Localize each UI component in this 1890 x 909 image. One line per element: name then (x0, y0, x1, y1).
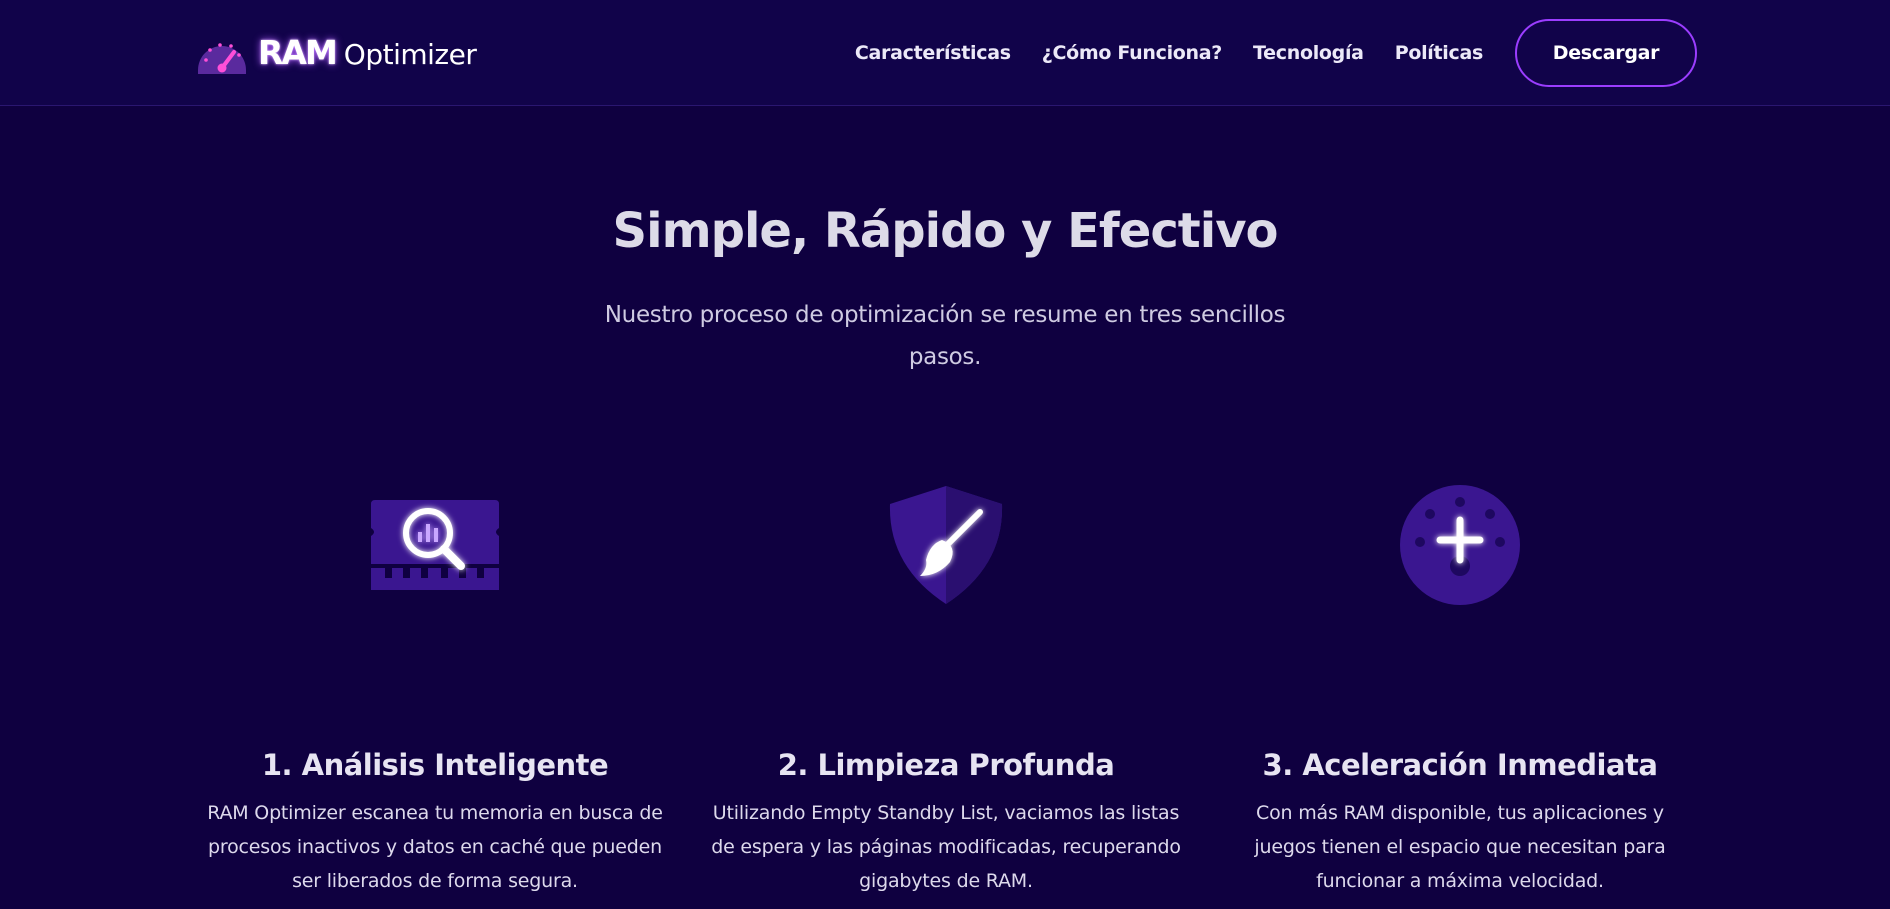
step-body-analysis: RAM Optimizer escanea tu memoria en busc… (207, 802, 663, 892)
nav-caracteristicas[interactable]: Características (855, 42, 1011, 64)
section-subtitle: Nuestro proceso de optimización se resum… (604, 302, 1286, 370)
nav-politicas[interactable]: Políticas (1395, 42, 1484, 64)
step-title-cleaning: 2. Limpieza Profunda (777, 748, 1115, 782)
memory-analysis-icon (371, 500, 499, 590)
step-card-cleaning: 2. Limpieza Profunda Utilizando Empty St… (706, 470, 1186, 898)
brand-logo[interactable]: RAM Optimizer (196, 30, 477, 74)
brand-ram: RAM (258, 32, 338, 72)
step-title-analysis: 1. Análisis Inteligente (261, 748, 609, 782)
brand-optimizer: Optimizer (343, 37, 477, 71)
gauge-plus-icon (1400, 485, 1520, 605)
step-card-acceleration: 3. Aceleración Inmediata Con más RAM dis… (1220, 470, 1700, 898)
brand-wordmark: RAM Optimizer (258, 32, 477, 72)
speedometer-icon (198, 43, 246, 74)
main-nav: Características ¿Cómo Funciona? Tecnolog… (855, 0, 1697, 106)
nav-tecnologia[interactable]: Tecnología (1253, 42, 1364, 64)
step-body-acceleration: Con más RAM disponible, tus aplicaciones… (1254, 802, 1666, 892)
nav-como-funciona[interactable]: ¿Cómo Funciona? (1042, 42, 1223, 64)
section-title: Simple, Rápido y Efectivo (612, 203, 1279, 259)
step-title-acceleration: 3. Aceleración Inmediata (1262, 748, 1658, 782)
download-button[interactable]: Descargar (1515, 19, 1697, 87)
step-body-cleaning: Utilizando Empty Standby List, vaciamos … (711, 802, 1181, 892)
step-card-analysis: 1. Análisis Inteligente RAM Optimizer es… (195, 470, 675, 898)
shield-broom-icon (889, 486, 1003, 604)
site-header: RAM Optimizer Características ¿Cómo Func… (0, 0, 1890, 106)
